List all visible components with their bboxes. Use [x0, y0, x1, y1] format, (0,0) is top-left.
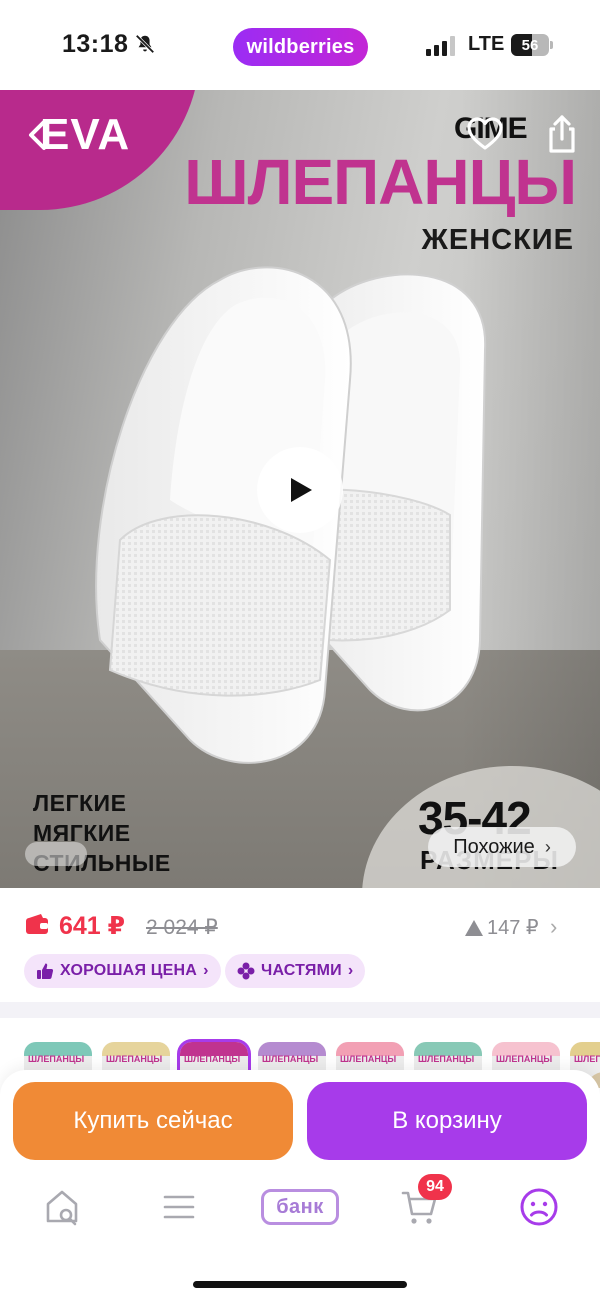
profile-icon [520, 1188, 558, 1226]
thumb-label: ШЛЕПАНЦЫ [340, 1054, 397, 1064]
tag-label: ЧАСТЯМИ [261, 962, 342, 979]
hero-title: ШЛЕПАНЦЫ [184, 146, 577, 218]
tab-bar: банк 94 [0, 1174, 600, 1245]
thumb-label: ШЛЕПАНЦЫ [28, 1054, 85, 1064]
hero-subtitle: ЖЕНСКИЕ [421, 224, 574, 256]
price-current: 641 ₽ [59, 912, 126, 940]
thumb-label: ШЛЕПАНЦЫ [184, 1054, 241, 1064]
installments-tag[interactable]: ЧАСТЯМИ › [225, 954, 366, 988]
carrier-label: LTE [468, 33, 505, 55]
play-icon [291, 478, 312, 502]
price-drop-value: 147 ₽ [487, 917, 539, 939]
product-gallery[interactable]: EVA GIME ШЛЕПАНЦЫ ЖЕНСКИЕ ЛЕГКИЕ МЯГКИЕ … [0, 90, 600, 888]
similar-button[interactable]: Похожие › [428, 827, 576, 867]
add-to-cart-button[interactable]: В корзину [307, 1082, 587, 1160]
bottom-sheet: Купить сейчас В корзину банк 94 [0, 1070, 600, 1300]
thumb-label: ШЛЕПАНЦЫ [418, 1054, 475, 1064]
chevron-right-icon: › [203, 962, 209, 979]
tab-home[interactable] [40, 1185, 84, 1229]
similar-label: Похожие [453, 835, 535, 858]
thumb-label: ШЛЕПАНЦЫ [496, 1054, 553, 1064]
thumb-label: ШЛЕПАНЦЫ [262, 1054, 319, 1064]
tab-profile[interactable] [517, 1185, 561, 1229]
parts-icon [237, 962, 255, 980]
home-search-icon [46, 1190, 78, 1226]
thumb-label: ШЛЕПАНЦЫ [106, 1054, 163, 1064]
buy-now-button[interactable]: Купить сейчас [13, 1082, 293, 1160]
play-video-button[interactable] [257, 447, 343, 533]
section-divider [0, 1002, 600, 1018]
feature-item: ЛЕГКИЕ [33, 790, 127, 816]
bell-off-icon [135, 34, 155, 54]
battery-percent: 56 [521, 36, 539, 54]
gallery-pager [25, 842, 87, 866]
app-pill[interactable]: wildberries [233, 28, 368, 66]
battery-icon: 56 [511, 34, 553, 56]
back-icon[interactable] [24, 118, 54, 152]
good-price-tag[interactable]: ХОРОШАЯ ЦЕНА › [24, 954, 221, 988]
price-up-icon [465, 919, 483, 936]
tab-bank[interactable]: банк [260, 1185, 340, 1229]
price-history-button[interactable]: 147 ₽ [465, 915, 539, 940]
status-bar: 13:18 wildberries LTE 56 [0, 0, 600, 90]
cart-badge: 94 [418, 1174, 452, 1200]
status-time: 13:18 [62, 30, 129, 58]
thumb-label: ШЛЕПАНЦЫ [574, 1054, 600, 1064]
signal-icon [426, 36, 455, 56]
chevron-right-icon[interactable]: › [550, 914, 557, 940]
menu-icon [163, 1195, 195, 1219]
price-old: 2 024 ₽ [146, 916, 218, 939]
thumbs-up-icon [37, 963, 54, 979]
price-block: 641 ₽ 2 024 ₽ 147 ₽ › ХОРОШАЯ ЦЕНА › ЧАС… [0, 890, 600, 1002]
bank-icon: банк [261, 1189, 339, 1225]
home-indicator [193, 1281, 407, 1288]
chevron-right-icon: › [544, 836, 551, 857]
chevron-right-icon: › [347, 962, 354, 979]
wallet-icon [26, 914, 48, 934]
tab-catalog[interactable] [157, 1185, 201, 1229]
tag-label: ХОРОШАЯ ЦЕНА [60, 962, 198, 979]
